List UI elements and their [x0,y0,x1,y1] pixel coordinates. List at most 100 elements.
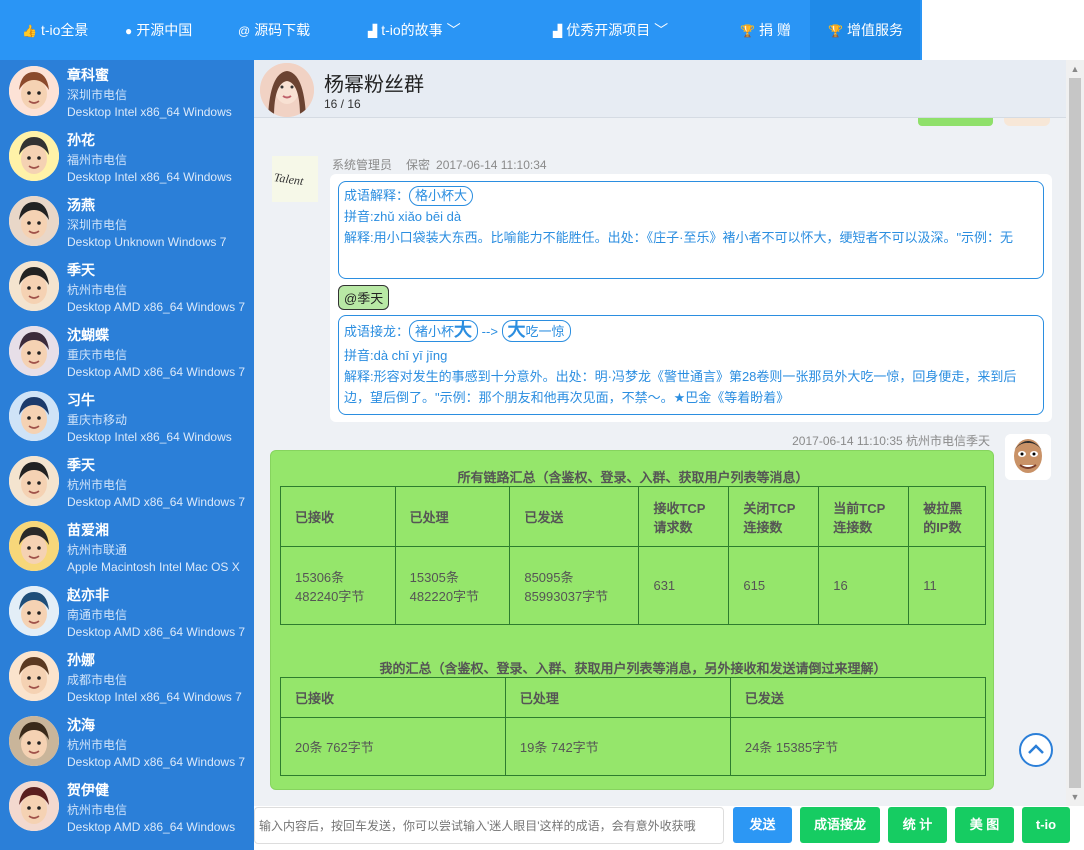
group-name: 杨幂粉丝群 [324,74,424,96]
user-name: 季天 [67,457,95,473]
table-header-cell: 已接收 [280,486,396,547]
user-location: 杭州市电信 [67,738,128,752]
user-location: 重庆市移动 [67,413,128,427]
scroll-down-arrow-icon[interactable]: ▼ [1070,792,1080,802]
user-avatar[interactable] [9,131,59,181]
user-list-item[interactable]: 贺伊健 杭州市电信 Desktop AMD x86_64 Windows [3,775,254,840]
user-list-item[interactable]: 沈海杭州市电信 Desktop AMD x86_64 Windows 7 [3,710,254,775]
github-icon: ● [125,24,133,38]
table-cell: 631 [638,546,730,625]
nav-tio-story[interactable]: ▟ t-io的故事 ﹀ [368,0,461,60]
user-avatar[interactable] [9,456,59,506]
user-list-item[interactable]: 季天杭州市电信 Desktop AMD x86_64 Windows 7 [3,255,254,320]
user-location: 成都市电信 [67,673,128,687]
table-header-cell: 已处理 [394,486,511,547]
message-time: 2017-06-14 11:10:34 [436,158,547,172]
user-list-item[interactable]: 沈蝴蝶 重庆市电信 Desktop AMD x86_64 Windows 7 [3,320,254,385]
user-list-item[interactable]: 季天 杭州市电信 Desktop AMD x86_64 Windows 7 [3,450,254,515]
user-name: 沈海 [67,717,95,733]
user-device: Desktop AMD x86_64 Windows 7 [67,625,246,639]
user-list-item[interactable]: 习牛 重庆市移动 Desktop Intel x86_64 Windows [3,385,254,450]
bar-chart-icon: ▟ [368,24,378,38]
message-list: Talent 系统管理员 保密 2017-06-14 11:10:34 成语解释：格… [254,118,1066,806]
chat-header: 杨幂粉丝群 16 / 16 [254,60,1066,118]
send-button[interactable]: 发送 [733,807,792,843]
user-avatar[interactable] [9,781,59,831]
user-list-item[interactable]: 苗爱湘 杭州市联通 Apple Macintosh Intel Mac OS X [3,515,254,580]
scrollbar-thumb[interactable] [1069,78,1081,788]
member-count: 16 / 16 [324,97,361,111]
chevron-down-icon: ﹀ [650,22,669,38]
all-links-summary-title: 所有链路汇总（含鉴权、登录、入群、获取用户列表等消息） [457,470,809,485]
group-avatar[interactable] [260,63,314,117]
user-avatar[interactable] [9,196,59,246]
user-list-item[interactable]: 章科蜜 深圳市电信 Desktop Intel x86_64 Windows [3,60,254,125]
table-cell: 85095条 85993037字节 [509,546,640,625]
user-name: 孙花 [67,132,95,148]
system-admin-avatar[interactable]: Talent [272,156,318,202]
user-device: Desktop AMD x86_64 Windows 7 [67,755,246,769]
user-list-item[interactable]: 赵亦非 南通市电信 Desktop AMD x86_64 Windows 7 [3,580,254,645]
user-device: Apple Macintosh Intel Mac OS X [67,560,240,574]
input-bar: 发送 成语接龙 统 计 美 图 t-io [254,806,1084,850]
online-user-list: 章科蜜 深圳市电信 Desktop Intel x86_64 Windows 孙花 福州… [3,60,254,850]
scroll-up-arrow-icon[interactable]: ▲ [1070,64,1080,74]
my-summary-table: 已接收 已处理 已发送 20条 762字节 19条 742字节 24条 15385字节 [280,677,987,776]
user-avatar[interactable] [9,651,59,701]
my-summary-title: 我的汇总（含鉴权、登录、入群、获取用户列表等消息，另外接收和发送请倒过来理解） [379,661,887,676]
tio-button[interactable]: t-io [1022,807,1070,843]
user-location: 杭州市电信 [67,478,128,492]
idiom-explain-label: 成语解释： [344,188,410,203]
user-name: 季天 [67,262,95,278]
vertical-scrollbar[interactable]: ▲ ▼ [1066,60,1084,806]
scroll-to-top-button[interactable] [1019,733,1053,767]
idiom-chain-from[interactable]: 褚小杯大 [409,320,479,342]
idiom-chain-to[interactable]: 大吃一惊 [501,320,571,342]
nav-value-added[interactable]: 🏆 增值服务 [810,0,920,60]
table-header-cell: 被拉黑的IP数 [908,486,986,547]
user-avatar[interactable] [9,521,59,571]
user-avatar[interactable] [9,586,59,636]
user-list-item[interactable]: 孙娜 成都市电信 Desktop Intel x86_64 Windows 7 [3,645,254,710]
idiom-explain-card: 成语解释： 格小杯大 拼音:zhǔ xiǎo bēi dà 解释:用小口袋装大东西… [338,181,1044,279]
idiom-word[interactable]: 格小杯大 [409,186,474,206]
user-avatar[interactable] [9,261,59,311]
stats-message-bubble: 所有链路汇总（含鉴权、登录、入群、获取用户列表等消息） 已接收 已处理 已发送 接收T… [270,450,994,790]
user-device: Desktop Unknown Windows 7 [67,235,227,249]
user-list-item[interactable]: 汤燕 深圳市电信 Desktop Unknown Windows 7 [3,190,254,255]
message-input[interactable] [254,807,724,844]
nav-oschina[interactable]: ● 开源中国 [125,0,192,60]
table-header-cell: 当前TCP连接数 [818,486,910,547]
beauty-image-button[interactable]: 美 图 [955,807,1014,843]
nav-open-source-projects[interactable]: ▟ 优秀开源项目 ﹀ [553,0,668,60]
nav-donate[interactable]: 🏆 捐 赠 [740,0,791,60]
my-avatar[interactable] [1005,434,1051,480]
table-cell: 15305条 482220字节 [394,546,511,625]
user-device: Desktop AMD x86_64 Windows 7 [67,300,246,314]
user-avatar[interactable] [9,326,59,376]
mention-tag[interactable]: @季天 [338,285,390,310]
nav-source-download[interactable]: @ 源码下载 [238,0,310,60]
table-cell: 15306条 482240字节 [280,546,396,625]
table-cell: 16 [818,546,910,625]
trophy-icon: 🏆 [740,24,755,38]
user-device: Desktop Intel x86_64 Windows [67,430,232,444]
user-avatar[interactable] [9,391,59,441]
user-list-item[interactable]: 孙花 福州市电信 Desktop Intel x86_64 Windows [3,125,254,190]
idiom-chain-button[interactable]: 成语接龙 [800,807,880,843]
table-header-cell: 已发送 [509,486,640,547]
user-device: Desktop Intel x86_64 Windows [67,105,232,119]
nav-tio-overview[interactable]: 👍 t-io全景 [22,0,88,60]
user-avatar[interactable] [9,66,59,116]
user-device: Desktop Intel x86_64 Windows 7 [67,690,242,704]
user-avatar[interactable] [9,716,59,766]
all-links-summary-table: 已接收 已处理 已发送 接收TCP请求数 关闭TCP连接数 当前TCP连接数 被拉黑的IP数… [280,486,986,625]
previous-message-avatar [1004,118,1050,126]
user-name: 贺伊健 [67,782,109,798]
idiom-explanation: 解释:用小口袋装大东西。比喻能力不能胜任。出处：《庄子·至乐》褚小者不可以怀大，… [344,230,1014,245]
idiom-chain-pinyin: 拼音:dà chī yī jīng [344,348,448,363]
user-location: 杭州市联通 [67,543,128,557]
idiom-pinyin: 拼音:zhǔ xiǎo bēi dà [344,209,462,224]
user-location: 杭州市电信 [67,283,128,297]
stats-button[interactable]: 统 计 [888,807,947,843]
